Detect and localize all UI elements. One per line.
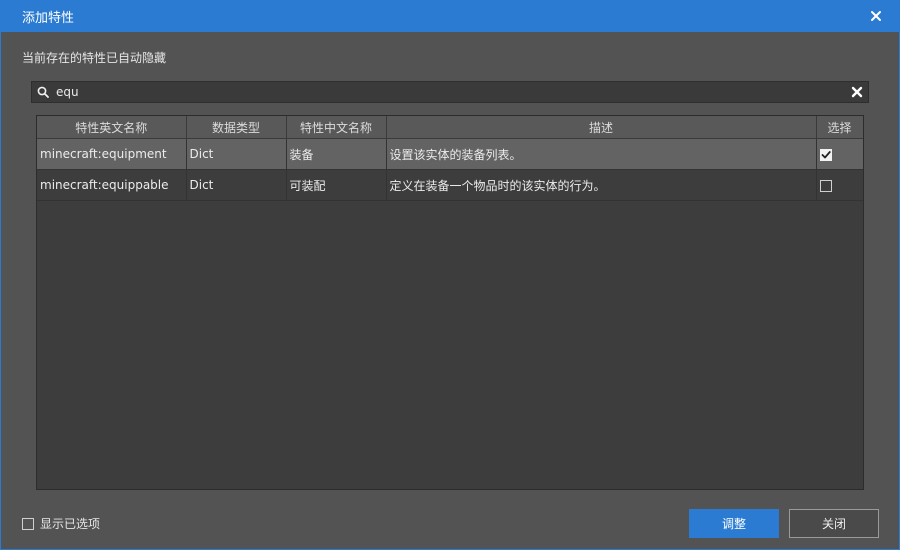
select-checkbox[interactable]	[819, 179, 832, 192]
table-row[interactable]: minecraft:equippable Dict 可装配 定义在装备一个物品时…	[37, 169, 863, 201]
show-selected-label: 显示已选项	[40, 517, 101, 531]
column-header-select[interactable]: 选择	[816, 116, 863, 139]
show-selected-checkbox[interactable]	[22, 517, 34, 530]
adjust-button[interactable]: 调整	[689, 509, 779, 538]
cell-cn-name: 装备	[286, 138, 387, 170]
show-selected-toggle[interactable]: 显示已选项	[22, 515, 100, 532]
traits-table: 特性英文名称 数据类型 特性中文名称 描述 选择 minecraft:equip…	[36, 115, 864, 490]
window-title: 添加特性	[22, 10, 75, 26]
table-row[interactable]: minecraft:equipment Dict 装备 设置该实体的装备列表。	[37, 138, 863, 170]
column-header-type[interactable]: 数据类型	[186, 116, 287, 139]
search-input[interactable]	[54, 83, 846, 101]
cell-cn-name: 可装配	[286, 169, 387, 201]
cell-type: Dict	[186, 169, 287, 201]
column-header-description[interactable]: 描述	[386, 116, 817, 139]
cell-en-name: minecraft:equipment	[37, 138, 187, 170]
search-bar	[31, 81, 869, 103]
cell-type: Dict	[186, 138, 287, 170]
column-header-cn-name[interactable]: 特性中文名称	[286, 116, 387, 139]
table-header-row: 特性英文名称 数据类型 特性中文名称 描述 选择	[37, 116, 863, 139]
hidden-traits-hint: 当前存在的特性已自动隐藏	[22, 51, 167, 65]
checkmark-icon	[821, 150, 831, 158]
clear-search-icon[interactable]	[846, 82, 868, 102]
select-checkbox[interactable]	[819, 148, 832, 161]
column-header-en-name[interactable]: 特性英文名称	[37, 116, 187, 139]
title-bar: 添加特性	[0, 0, 900, 32]
cell-en-name: minecraft:equippable	[37, 169, 187, 201]
cell-description: 设置该实体的装备列表。	[386, 138, 817, 170]
cell-select	[816, 138, 863, 170]
close-icon[interactable]	[868, 8, 884, 24]
cell-select	[816, 169, 863, 201]
cell-description: 定义在装备一个物品时的该实体的行为。	[386, 169, 817, 201]
search-icon	[32, 82, 54, 102]
close-button[interactable]: 关闭	[789, 509, 879, 538]
